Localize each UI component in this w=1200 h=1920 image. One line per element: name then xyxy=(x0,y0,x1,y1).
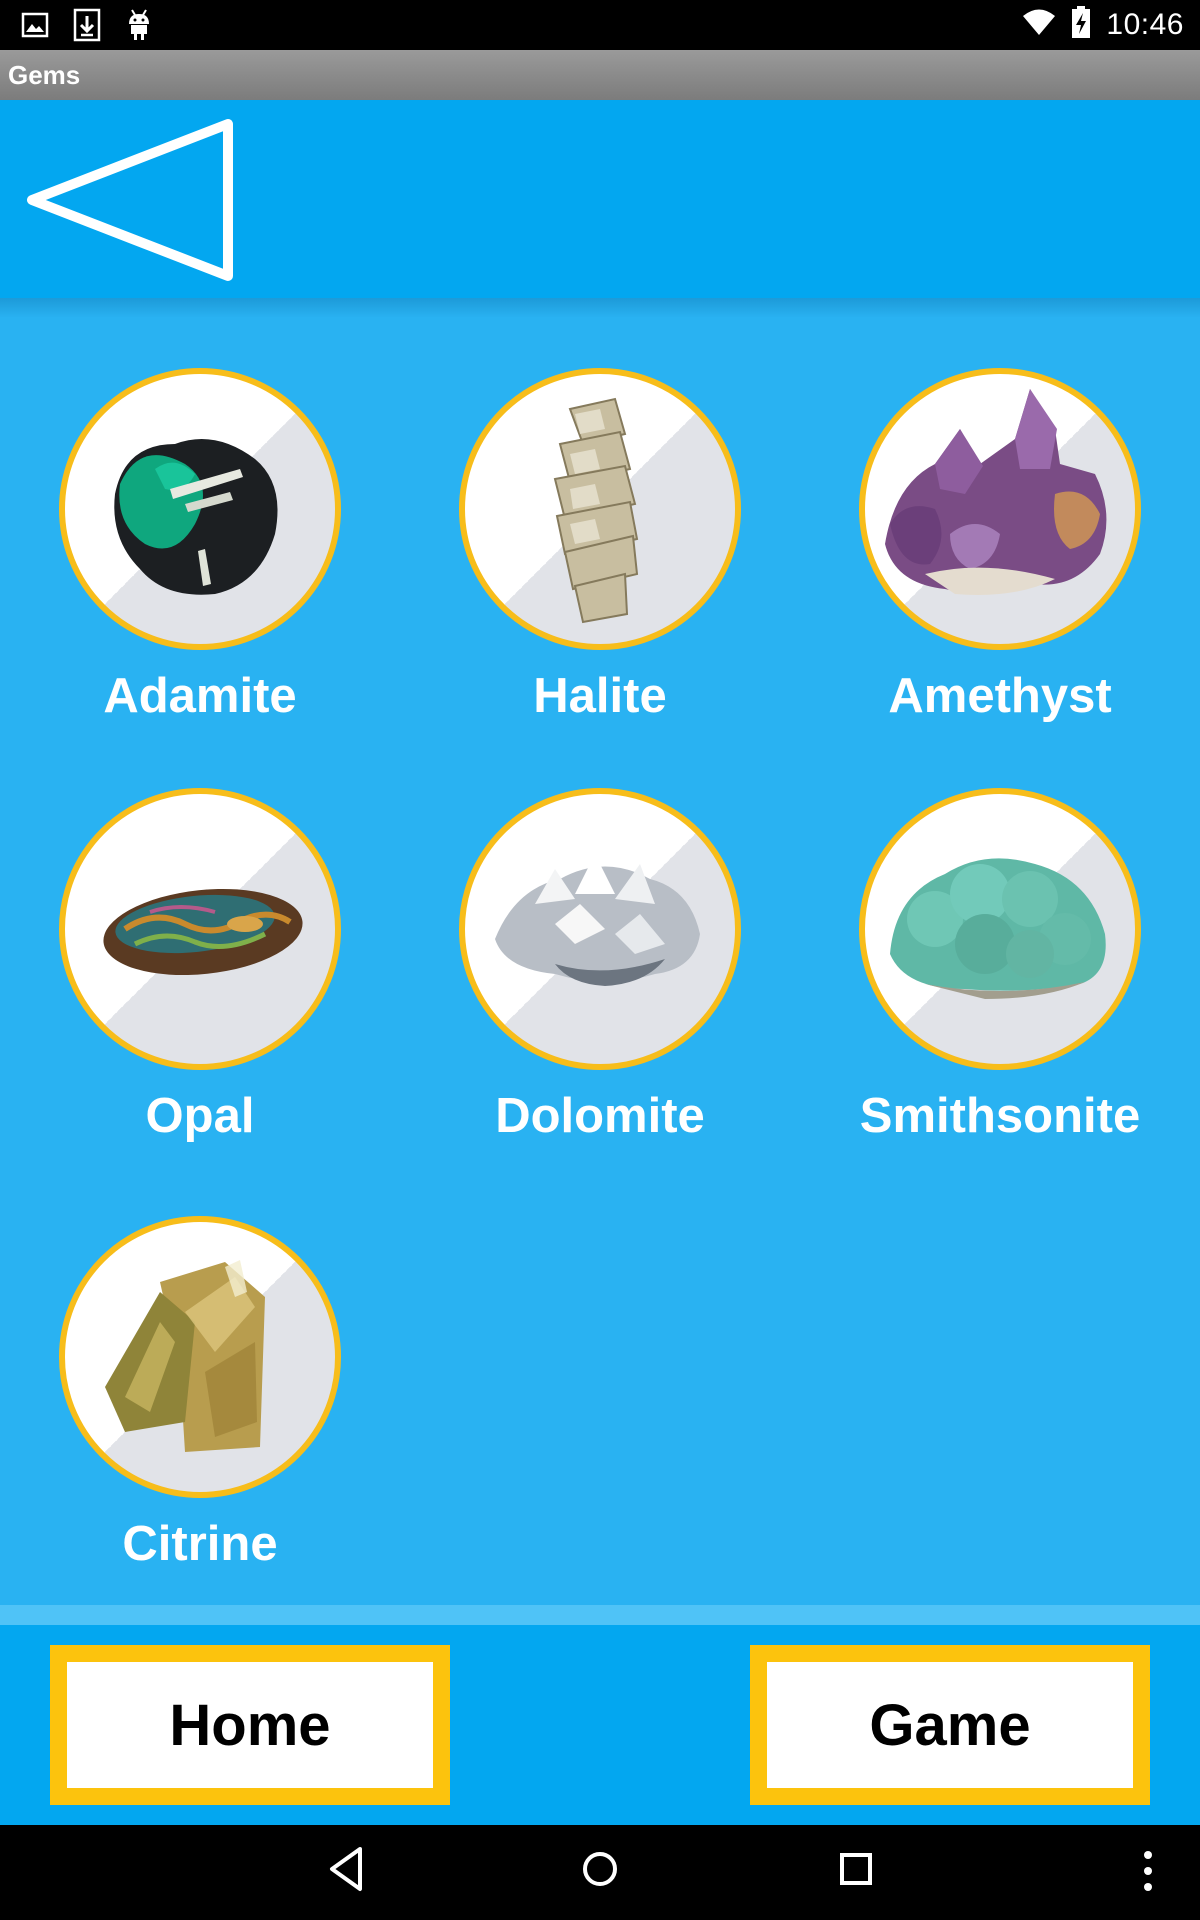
dolomite-image xyxy=(495,854,700,986)
gem-item-adamite[interactable]: Adamite xyxy=(40,368,360,724)
amethyst-image xyxy=(885,389,1107,595)
gem-name: Opal xyxy=(145,1089,255,1143)
app-content: Adamite Halite Amethyst Opal Dolomite Sm… xyxy=(0,100,1200,1825)
opal-image xyxy=(103,888,303,976)
battery-charging-icon xyxy=(1070,5,1092,44)
home-button[interactable]: Home xyxy=(50,1645,450,1805)
adamite-image xyxy=(114,439,278,595)
title-bar: Gems xyxy=(0,50,1200,100)
smithsonite-image xyxy=(890,858,1106,999)
gem-name: Adamite xyxy=(103,669,297,723)
menu-icon[interactable] xyxy=(1136,1845,1160,1902)
gem-item-citrine[interactable]: Citrine xyxy=(40,1216,360,1572)
status-bar: 10:46 xyxy=(0,0,1200,50)
gem-circle[interactable] xyxy=(459,368,741,650)
header-bar xyxy=(0,100,1200,298)
gem-name: Amethyst xyxy=(888,669,1112,723)
wifi-icon xyxy=(1022,7,1056,42)
header-shadow xyxy=(0,298,1200,318)
image-icon xyxy=(20,10,50,45)
halite-image xyxy=(553,397,639,624)
home-icon[interactable] xyxy=(580,1845,620,1898)
gem-circle[interactable] xyxy=(459,788,741,1070)
android-icon xyxy=(124,8,154,47)
gem-name: Dolomite xyxy=(495,1089,705,1143)
game-button[interactable]: Game xyxy=(750,1645,1150,1805)
gem-circle[interactable] xyxy=(59,1216,341,1498)
gem-item-halite[interactable]: Halite xyxy=(440,368,760,724)
gem-circle[interactable] xyxy=(859,788,1141,1070)
window-title: Gems xyxy=(8,60,81,90)
gem-name: Citrine xyxy=(122,1517,278,1571)
gem-item-amethyst[interactable]: Amethyst xyxy=(840,368,1160,724)
footer-divider xyxy=(0,1605,1200,1625)
clock: 10:46 xyxy=(1106,7,1184,41)
triangle-back-icon xyxy=(27,119,233,281)
gem-circle[interactable] xyxy=(859,368,1141,650)
gem-item-smithsonite[interactable]: Smithsonite xyxy=(840,788,1160,1144)
gem-item-opal[interactable]: Opal xyxy=(40,788,360,1144)
citrine-image xyxy=(105,1260,265,1452)
back-button[interactable] xyxy=(24,118,234,283)
gem-name: Smithsonite xyxy=(859,1089,1141,1143)
download-icon xyxy=(72,8,102,47)
recents-icon[interactable] xyxy=(836,1845,876,1898)
gem-circle[interactable] xyxy=(59,788,341,1070)
gem-item-dolomite[interactable]: Dolomite xyxy=(440,788,760,1144)
gem-circle[interactable] xyxy=(59,368,341,650)
gem-name: Halite xyxy=(533,669,667,723)
system-nav-bar xyxy=(0,1825,1200,1920)
back-icon[interactable] xyxy=(326,1845,364,1898)
